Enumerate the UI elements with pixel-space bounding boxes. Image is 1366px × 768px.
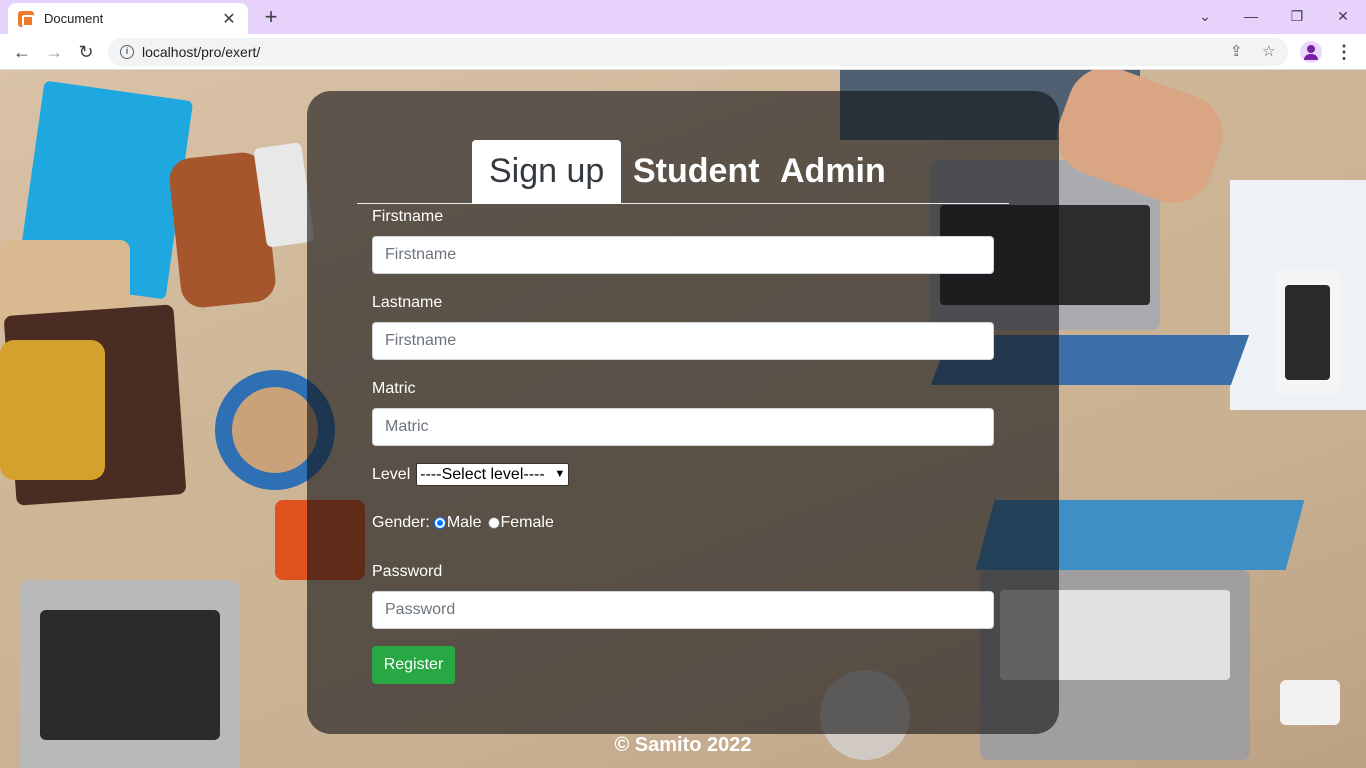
tab-student[interactable]: Student <box>616 140 777 204</box>
password-label: Password <box>372 563 443 580</box>
signup-card: Sign up Student Admin Firstname Firstnam… <box>307 91 1059 734</box>
level-row: Level ----Select level---- ▼ <box>372 463 570 486</box>
tab-admin[interactable]: Admin <box>763 140 903 204</box>
level-label: Level <box>372 465 411 483</box>
new-tab-button[interactable]: + <box>258 4 284 30</box>
firstname-input[interactable]: Firstname <box>372 236 994 274</box>
male-label[interactable]: Male <box>447 514 482 532</box>
share-icon[interactable]: ⇪ <box>1230 38 1243 66</box>
browser-menu-icon[interactable]: ⋮ <box>1334 38 1354 66</box>
male-radio[interactable] <box>433 517 446 529</box>
reload-button[interactable]: ↻ <box>72 38 100 66</box>
xampp-favicon-icon <box>18 10 34 27</box>
back-button[interactable]: ← <box>8 38 36 66</box>
chevron-down-icon: ▼ <box>554 468 566 480</box>
site-info-icon[interactable]: i <box>120 45 134 59</box>
address-bar[interactable]: i localhost/pro/exert/ ⇪ ☆ <box>108 38 1288 66</box>
tab-title: Document <box>44 11 104 26</box>
matric-label: Matric <box>372 380 416 397</box>
password-input[interactable]: Password <box>372 591 994 629</box>
forward-button[interactable]: → <box>40 38 68 66</box>
form-tabs: Sign up Student Admin <box>357 140 1009 204</box>
profile-avatar-icon[interactable] <box>1300 41 1322 63</box>
url-text[interactable]: localhost/pro/exert/ <box>142 44 260 60</box>
browser-tab-strip: Document ✕ + ⌄ — ❐ ✕ <box>0 0 1366 34</box>
tab-sign-up[interactable]: Sign up <box>472 140 622 204</box>
maximize-button[interactable]: ❐ <box>1274 0 1320 32</box>
register-button[interactable]: Register <box>372 646 455 684</box>
lastname-input[interactable]: Firstname <box>372 322 994 360</box>
level-select[interactable]: ----Select level---- ▼ <box>416 463 570 486</box>
bookmark-star-icon[interactable]: ☆ <box>1262 38 1275 66</box>
level-select-value: ----Select level---- <box>420 466 545 483</box>
close-window-button[interactable]: ✕ <box>1320 0 1366 32</box>
female-label[interactable]: Female <box>501 514 554 532</box>
matric-input[interactable]: Matric <box>372 408 994 446</box>
browser-tab[interactable]: Document ✕ <box>8 3 248 34</box>
firstname-label: Firstname <box>372 208 444 225</box>
browser-toolbar: ← → ↻ i localhost/pro/exert/ ⇪ ☆ ⋮ <box>0 34 1366 70</box>
minimize-button[interactable]: — <box>1228 0 1274 32</box>
gender-row: Gender: Male Female <box>372 514 554 532</box>
tab-search-button[interactable]: ⌄ <box>1182 0 1228 32</box>
footer-copyright: © Samito 2022 <box>614 734 752 756</box>
page-viewport: Sign up Student Admin Firstname Firstnam… <box>0 70 1366 768</box>
close-tab-icon[interactable]: ✕ <box>220 9 238 29</box>
gender-label: Gender: <box>372 514 430 531</box>
female-radio[interactable] <box>487 517 500 529</box>
lastname-label: Lastname <box>372 294 443 311</box>
